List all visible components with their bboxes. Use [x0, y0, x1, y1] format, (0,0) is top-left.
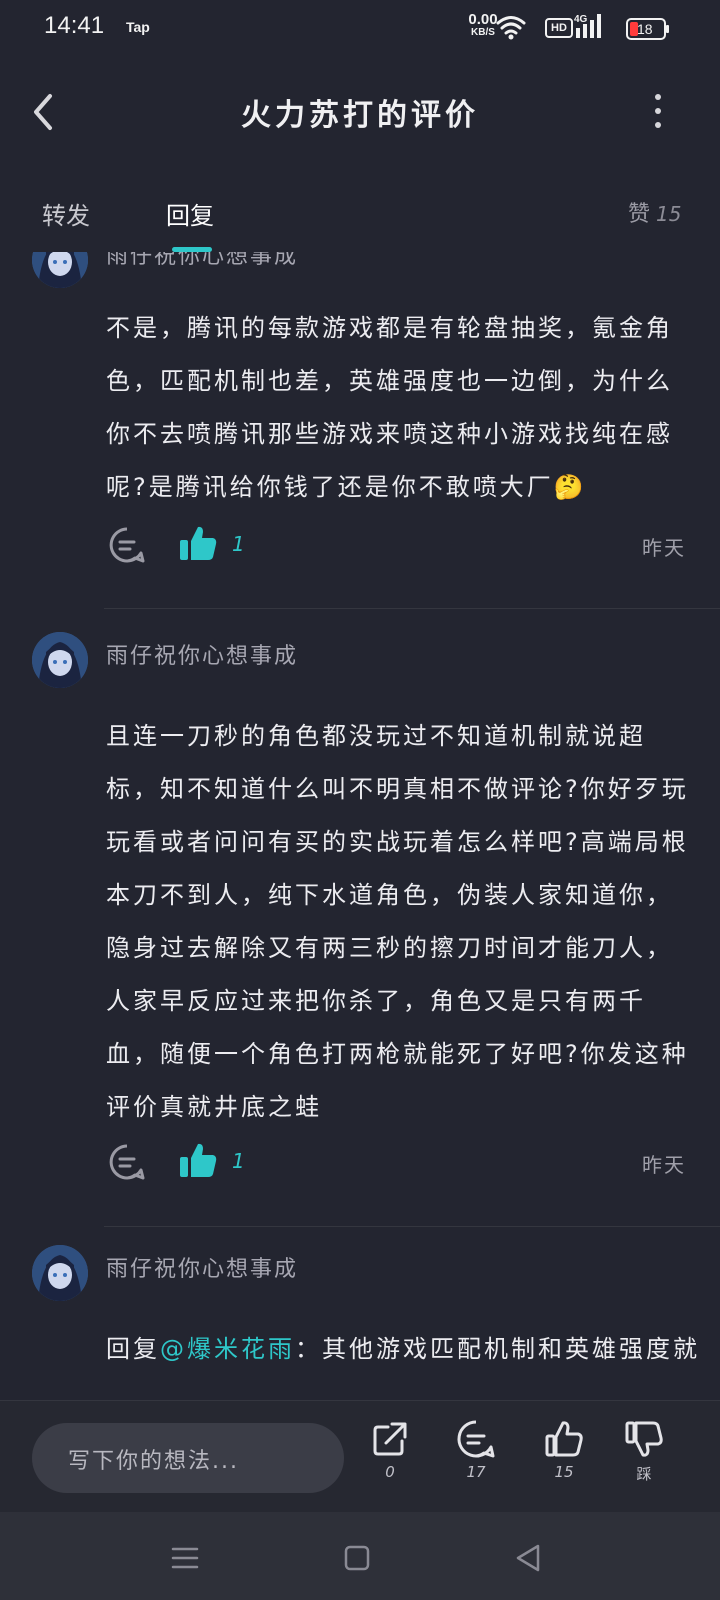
menu-icon: [171, 1547, 199, 1569]
bottom-action-bar: 写下你的想法... 0 17 15 踩: [0, 1400, 720, 1512]
avatar-image: [32, 1245, 88, 1301]
nav-home-button[interactable]: [337, 1538, 377, 1578]
avatar[interactable]: [32, 252, 88, 288]
comment-username[interactable]: 雨仔祝你心想事成: [106, 252, 298, 270]
thumbs-up-icon: [180, 1143, 217, 1177]
chevron-left-icon: [34, 94, 52, 130]
comment-text-content: ：其他游戏匹配机制和英雄强度就: [295, 1335, 700, 1363]
thumbs-down-icon: [625, 1421, 663, 1457]
battery-icon: 18: [626, 18, 669, 40]
battery-level: 18: [637, 21, 653, 37]
more-dot: [655, 94, 661, 100]
hd-voice-icon: HD: [545, 18, 573, 38]
status-time: 14:41: [44, 12, 105, 39]
post-like-count: 15: [554, 1463, 574, 1481]
status-app-label: Tap: [126, 19, 150, 35]
avatar[interactable]: [32, 632, 88, 688]
tab-likes-label: 赞: [628, 202, 651, 227]
more-dot: [655, 108, 661, 114]
comment-icon: [109, 527, 145, 563]
comment-text: 不是，腾讯的每款游戏都是有轮盘抽奖，氪金角色，匹配机制也差，英雄强度也一边倒，为…: [106, 314, 673, 501]
signal-icon: 4G: [574, 14, 601, 38]
home-icon: [344, 1545, 370, 1571]
nav-back-button[interactable]: [509, 1538, 549, 1578]
status-bar: 14:41 Tap 0.00 KB/S HD 4G 18: [0, 0, 720, 56]
signal-label: 4G: [574, 14, 588, 25]
page-title: 火力苏打的评价: [241, 98, 479, 133]
tab-reply[interactable]: 回复: [166, 196, 214, 231]
tab-likes-count: 15: [656, 202, 682, 226]
comment-text: 且连一刀秒的角色都没玩过不知道机制就说超标，知不知道什么叫不明真相不做评论?你好…: [106, 722, 689, 1121]
comment-input-placeholder: 写下你的想法...: [68, 1449, 239, 1474]
back-button[interactable]: [28, 92, 60, 132]
reply-list[interactable]: 雨仔祝你心想事成 不是，腾讯的每款游戏都是有轮盘抽奖，氪金角色，匹配机制也差，英…: [0, 252, 720, 1400]
nav-menu-button[interactable]: [165, 1538, 205, 1578]
comment-username[interactable]: 雨仔祝你心想事成: [106, 638, 298, 670]
more-dot: [655, 122, 661, 128]
reply-prefix: 回复: [106, 1335, 160, 1363]
thumbs-up-icon: [545, 1421, 583, 1457]
comment-count: 17: [466, 1463, 486, 1481]
avatar-image: [32, 252, 88, 288]
comment-time: 昨天: [642, 536, 686, 560]
share-button[interactable]: 0: [360, 1419, 420, 1481]
mention-link[interactable]: @爆米花雨: [160, 1335, 295, 1363]
system-nav-bar: [0, 1512, 720, 1600]
like-count: 1: [232, 1149, 245, 1173]
dislike-button[interactable]: 踩: [614, 1419, 674, 1484]
avatar-image: [32, 632, 88, 688]
tab-forward[interactable]: 转发: [42, 196, 90, 231]
wifi-icon: [496, 16, 526, 40]
comment-icon: [457, 1420, 495, 1458]
divider: [104, 1226, 720, 1227]
avatar[interactable]: [32, 1245, 88, 1301]
like-button[interactable]: [178, 1141, 218, 1179]
comment-time: 昨天: [642, 1153, 686, 1177]
comment-username[interactable]: 雨仔祝你心想事成: [106, 1251, 298, 1283]
like-count: 1: [232, 532, 245, 556]
comment-input[interactable]: 写下你的想法...: [32, 1423, 344, 1493]
dislike-label: 踩: [636, 1465, 652, 1483]
back-triangle-icon: [516, 1544, 540, 1572]
thumbs-up-icon: [180, 526, 217, 560]
tab-likes[interactable]: 赞 15: [628, 196, 681, 228]
share-icon: [373, 1422, 407, 1456]
comment-text: 回复@爆米花雨：其他游戏匹配机制和英雄强度就: [106, 1323, 697, 1376]
comments-button[interactable]: 17: [446, 1419, 506, 1481]
like-button[interactable]: [178, 524, 218, 562]
reply-button[interactable]: [108, 526, 146, 564]
divider: [104, 608, 720, 609]
more-options-button[interactable]: [652, 94, 664, 134]
share-count: 0: [385, 1463, 395, 1481]
reply-button[interactable]: [108, 1143, 146, 1181]
like-post-button[interactable]: 15: [534, 1419, 594, 1481]
comment-icon: [109, 1144, 145, 1180]
